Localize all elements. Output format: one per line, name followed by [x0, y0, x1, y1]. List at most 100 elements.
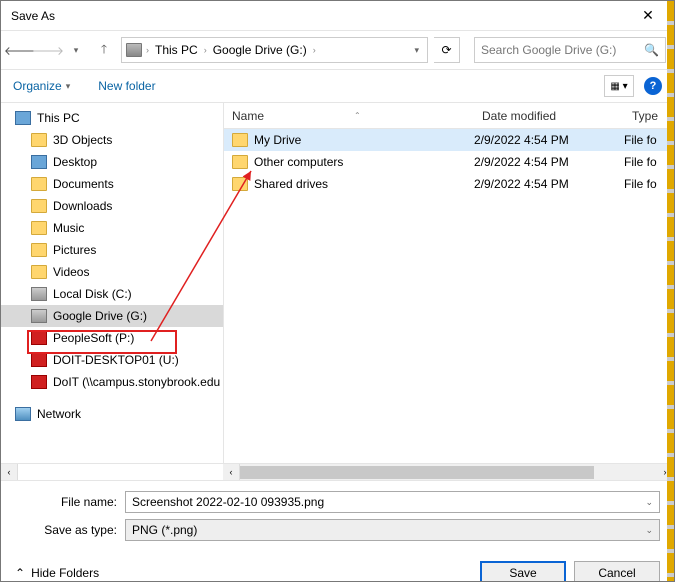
- scroll-left-button[interactable]: ‹: [223, 464, 240, 480]
- organize-menu[interactable]: Organize ▾: [13, 79, 70, 93]
- file-row[interactable]: Shared drives2/9/2022 4:54 PMFile fo: [224, 173, 674, 195]
- view-options-button[interactable]: ▦ ▾: [604, 75, 634, 97]
- file-list: Name⌃ Date modified Type My Drive 2/9/202…: [223, 103, 674, 463]
- network-icon: [15, 407, 31, 421]
- folder-tree[interactable]: This PC 3D Objects Desktop Documents Dow…: [1, 103, 223, 463]
- file-date: 2/9/2022 4:54 PM: [474, 155, 624, 169]
- folder-icon: [31, 265, 47, 279]
- col-name[interactable]: Name⌃: [224, 109, 474, 123]
- drive-icon: [126, 43, 142, 57]
- tree-item[interactable]: Local Disk (C:): [1, 283, 223, 305]
- breadcrumb-sep-icon: ›: [146, 45, 149, 55]
- drive-icon: [31, 309, 47, 323]
- tree-item[interactable]: Videos: [1, 261, 223, 283]
- tree-this-pc[interactable]: This PC: [1, 107, 223, 129]
- tree-label: Desktop: [53, 155, 97, 169]
- tree-label: DOIT-DESKTOP01 (U:): [53, 353, 179, 367]
- drive-icon: [31, 353, 47, 367]
- nav-bar: 🡐 🡒 ▾ 🡑 › This PC › Google Drive (G:) › …: [1, 31, 674, 69]
- back-button[interactable]: 🡐: [9, 39, 31, 61]
- scrollbar-row: ‹ ‹ ›: [1, 463, 674, 480]
- tree-item-google-drive[interactable]: Google Drive (G:): [1, 305, 223, 327]
- folder-icon: [232, 177, 248, 191]
- drive-icon: [31, 287, 47, 301]
- file-name: My Drive: [254, 133, 301, 147]
- cancel-button[interactable]: Cancel: [574, 561, 660, 582]
- tree-label: 3D Objects: [53, 133, 112, 147]
- desktop-icon: [31, 155, 47, 169]
- tree-label: Documents: [53, 177, 114, 191]
- tree-item[interactable]: Pictures: [1, 239, 223, 261]
- save-button[interactable]: Save: [480, 561, 566, 582]
- filetype-label: Save as type:: [15, 523, 125, 537]
- footer: ⌃ Hide Folders Save Cancel: [1, 547, 674, 582]
- tree-item[interactable]: Documents: [1, 173, 223, 195]
- filetype-value: PNG (*.png): [132, 523, 197, 537]
- drive-icon: [31, 331, 47, 345]
- tree-label: Google Drive (G:): [53, 309, 147, 323]
- tree-item[interactable]: Music: [1, 217, 223, 239]
- address-dropdown[interactable]: ▾: [410, 45, 423, 56]
- forward-button[interactable]: 🡒: [37, 39, 59, 61]
- tree-item[interactable]: 3D Objects: [1, 129, 223, 151]
- tree-label: Pictures: [53, 243, 96, 257]
- breadcrumb-folder[interactable]: Google Drive (G:): [211, 43, 309, 57]
- hide-folders-button[interactable]: ⌃ Hide Folders: [15, 566, 99, 580]
- scrollbar-track[interactable]: [240, 464, 657, 480]
- breadcrumb-sep-icon: ›: [313, 45, 316, 55]
- toolbar: Organize ▾ New folder ▦ ▾ ?: [1, 69, 674, 103]
- file-name: Shared drives: [254, 177, 328, 191]
- close-button[interactable]: ✕: [630, 2, 666, 30]
- tree-item[interactable]: Downloads: [1, 195, 223, 217]
- folder-icon: [31, 177, 47, 191]
- scrollbar-thumb[interactable]: [240, 466, 594, 479]
- search-icon: 🔍: [644, 43, 659, 57]
- filename-input[interactable]: Screenshot 2022-02-10 093935.png ⌄: [125, 491, 660, 513]
- column-headers[interactable]: Name⌃ Date modified Type: [224, 103, 674, 129]
- scroll-left-button[interactable]: ‹: [1, 464, 18, 480]
- tree-label: Videos: [53, 265, 89, 279]
- filetype-select[interactable]: PNG (*.png) ⌄: [125, 519, 660, 541]
- drive-icon: [31, 375, 47, 389]
- file-row[interactable]: Other computers2/9/2022 4:54 PMFile fo: [224, 151, 674, 173]
- tree-item[interactable]: Desktop: [1, 151, 223, 173]
- tree-label: Music: [53, 221, 84, 235]
- recent-dropdown[interactable]: ▾: [65, 39, 87, 61]
- tree-label: PeopleSoft (P:): [53, 331, 134, 345]
- search-input[interactable]: Search Google Drive (G:) 🔍: [474, 37, 666, 63]
- tree-label: DoIT (\\campus.stonybrook.edu: [53, 375, 220, 389]
- file-row[interactable]: My Drive2/9/2022 4:54 PMFile fo: [224, 129, 674, 151]
- tree-label: This PC: [37, 111, 80, 125]
- tree-network[interactable]: Network: [1, 403, 223, 425]
- tree-item[interactable]: PeopleSoft (P:): [1, 327, 223, 349]
- folder-icon: [31, 199, 47, 213]
- filename-label: File name:: [15, 495, 125, 509]
- file-date: 2/9/2022 4:54 PM: [474, 133, 624, 147]
- address-bar[interactable]: › This PC › Google Drive (G:) › ▾: [121, 37, 428, 63]
- folder-icon: [31, 243, 47, 257]
- breadcrumb-sep-icon: ›: [204, 45, 207, 55]
- new-folder-button[interactable]: New folder: [98, 79, 155, 93]
- title-bar: Save As ✕: [1, 1, 674, 31]
- search-placeholder: Search Google Drive (G:): [481, 43, 616, 57]
- chevron-down-icon[interactable]: ⌄: [645, 525, 653, 536]
- chevron-up-icon: ⌃: [15, 566, 25, 580]
- file-name: Other computers: [254, 155, 343, 169]
- tree-label: Local Disk (C:): [53, 287, 132, 301]
- filename-value: Screenshot 2022-02-10 093935.png: [132, 495, 324, 509]
- hide-folders-label: Hide Folders: [31, 566, 99, 580]
- help-button[interactable]: ?: [644, 77, 662, 95]
- folder-icon: [232, 133, 248, 147]
- folder-icon: [31, 133, 47, 147]
- tree-item[interactable]: DOIT-DESKTOP01 (U:): [1, 349, 223, 371]
- organize-label: Organize: [13, 79, 62, 93]
- bottom-form: File name: Screenshot 2022-02-10 093935.…: [1, 480, 674, 541]
- tree-item[interactable]: DoIT (\\campus.stonybrook.edu: [1, 371, 223, 393]
- folder-icon: [31, 221, 47, 235]
- breadcrumb-root[interactable]: This PC: [153, 43, 200, 57]
- tree-label: Downloads: [53, 199, 112, 213]
- up-button[interactable]: 🡑: [93, 39, 115, 61]
- chevron-down-icon[interactable]: ⌄: [645, 497, 653, 508]
- refresh-button[interactable]: ⟳: [434, 37, 460, 63]
- col-date[interactable]: Date modified: [474, 109, 624, 123]
